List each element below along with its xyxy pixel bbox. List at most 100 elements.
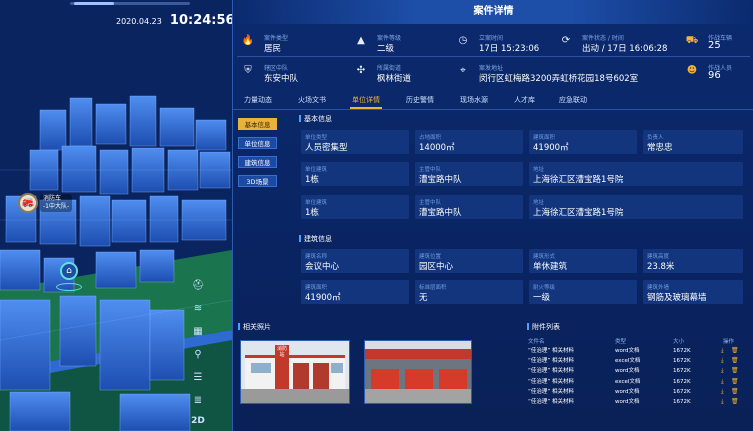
- info-value: 17日 15:23:06: [479, 44, 540, 54]
- cell-label: 主管中队: [419, 200, 442, 206]
- cell-value: 1栋: [305, 208, 319, 218]
- tab-talent-pool[interactable]: 人才库: [514, 95, 535, 105]
- download-icon[interactable]: ⤓: [721, 378, 724, 386]
- info-value: 出动 / 17日 16:06:28: [582, 44, 668, 54]
- info-label: 案件类型: [264, 35, 289, 42]
- cell-value: 23.8米: [647, 262, 675, 272]
- basic-cell: 占地面积 14000㎡: [415, 130, 523, 154]
- info-label: 辖区中队: [264, 65, 289, 72]
- fire-station-photo-1[interactable]: [240, 340, 350, 404]
- attachment-row[interactable]: “佳治理” 相关材料 excel文档 1672K ⤓ 🗑: [525, 356, 747, 366]
- info-value: 96: [708, 70, 721, 81]
- cell-label: 建筑面积: [533, 135, 556, 141]
- photos-title: 相关照片: [238, 322, 271, 332]
- basic-cell: 建筑面积 41900㎡: [529, 130, 637, 154]
- layers-icon[interactable]: ≋: [190, 301, 206, 317]
- status-icon: ⟳: [561, 35, 571, 46]
- cell-label: 主管中队: [419, 167, 442, 173]
- attachment-row[interactable]: “佳治理” 相关材料 excel文档 1672K ⤓ 🗑: [525, 377, 747, 387]
- attachment-type: word文档: [615, 399, 640, 405]
- tab-water-source[interactable]: 现场水源: [460, 95, 488, 105]
- building-cell: 建筑位置 园区中心: [415, 249, 523, 273]
- cell-value: 会议中心: [305, 262, 340, 272]
- attachment-row[interactable]: “佳治理” 相关材料 word文档 1672K ⤓ 🗑: [525, 366, 747, 376]
- cell-value: 钢筋及玻璃幕墙: [647, 293, 707, 303]
- attachment-row[interactable]: “佳治理” 相关材料 word文档 1672K ⤓ 🗑: [525, 387, 747, 397]
- case-info-row-1: 🔥 案件类型 居民 ▲ 案件等级 二级 ◷ 立案时间 17日 15:23:06 …: [233, 28, 753, 58]
- subnav-unit-info[interactable]: 单位信息: [238, 137, 277, 149]
- attachment-size: 1672K: [673, 399, 691, 405]
- cell-label: 地址: [533, 167, 545, 173]
- map-top-decoration: [70, 2, 190, 5]
- download-icon[interactable]: ⤓: [721, 398, 724, 406]
- delete-icon[interactable]: 🗑: [731, 388, 739, 396]
- cell-label: 单位类型: [305, 135, 328, 141]
- cell-label: 单位建筑: [305, 200, 328, 206]
- attachment-name: “佳治理” 相关材料: [528, 399, 574, 405]
- subnav-basic-info[interactable]: 基本信息: [238, 118, 277, 130]
- attachment-name: “佳治理” 相关材料: [528, 368, 574, 375]
- info-label: 案件状态 / 时间: [582, 35, 624, 42]
- building-icon[interactable]: ▦: [190, 324, 206, 340]
- info-label: 案发地址: [479, 65, 504, 72]
- cell-label: 建筑高度: [647, 254, 670, 260]
- attachment-name: “佳治理” 相关材料: [528, 388, 574, 395]
- attachment-name: “佳治理” 相关材料: [528, 358, 574, 365]
- basic-cell: 主管中队 漕宝路中队: [415, 195, 523, 219]
- fire-truck-icon: 🚒: [18, 193, 38, 213]
- datetime-display: 2020.04.23 10:24:56: [116, 9, 232, 28]
- download-icon[interactable]: ⤓: [721, 367, 724, 375]
- detail-tabs: 力量动态 火场文书 单位详情 历史警情 现场水源 人才库 应急联动: [233, 92, 753, 110]
- tab-fire-documents[interactable]: 火场文书: [298, 95, 326, 105]
- current-time: 10:24:56: [169, 13, 232, 28]
- basic-cell: 单位建筑 1栋: [301, 195, 409, 219]
- map-3d-view[interactable]: 2020.04.23 10:24:56 🚒 消防车 -1中大队- ⌂ ⛑ ≋ ▦…: [0, 0, 232, 431]
- road-icon[interactable]: ☰: [190, 370, 206, 386]
- tab-alarm-history[interactable]: 历史警情: [406, 95, 434, 105]
- map-mode-2d-button[interactable]: 2D: [190, 416, 206, 426]
- delete-icon[interactable]: 🗑: [731, 347, 739, 355]
- location-pin-icon[interactable]: ⌂: [60, 262, 78, 280]
- cell-value: 人员密集型: [305, 143, 348, 153]
- basic-cell: 负责人 常忠忠: [643, 130, 743, 154]
- subnav-building-info[interactable]: 建筑信息: [238, 156, 277, 168]
- fire-station-photo-2-graphic: [365, 341, 471, 403]
- info-separator: [237, 56, 750, 57]
- clock-icon: ◷: [458, 35, 468, 46]
- download-icon[interactable]: ⤓: [721, 388, 724, 396]
- cell-value: 上海徐汇区漕宝路1号院: [533, 175, 624, 185]
- hydrant-icon[interactable]: ⚲: [190, 347, 206, 363]
- fire-station-photo-2[interactable]: [364, 340, 472, 404]
- attachment-row[interactable]: “佳治理” 相关材料 word文档 1672K ⤓ 🗑: [525, 397, 747, 407]
- fire-truck-label: 消防车 -1中大队-: [40, 194, 73, 212]
- subnav-3d-scene[interactable]: 3D场景: [238, 175, 277, 187]
- cell-label: 建筑面积: [305, 285, 328, 291]
- cell-value: 无: [419, 293, 428, 303]
- delete-icon[interactable]: 🗑: [731, 378, 739, 386]
- street-icon: ✣: [356, 65, 366, 76]
- current-date: 2020.04.23: [116, 17, 162, 26]
- attachment-name: “佳治理” 相关材料: [528, 348, 574, 354]
- cell-value: 一级: [533, 293, 551, 303]
- fire-station-icon[interactable]: ⛑: [190, 278, 206, 294]
- info-value: 东安中队: [264, 74, 299, 84]
- fire-station-photo-1-graphic: [241, 341, 349, 403]
- fire-truck-marker[interactable]: 🚒 消防车 -1中大队-: [18, 193, 78, 213]
- building-cell: 标准层面积 无: [415, 280, 523, 304]
- download-icon[interactable]: ⤓: [721, 357, 724, 365]
- list-icon[interactable]: ≣: [190, 393, 206, 409]
- tab-force-dynamics[interactable]: 力量动态: [244, 95, 272, 105]
- tab-emergency-linkage[interactable]: 应急联动: [559, 95, 587, 105]
- attachment-name: “佳治理” 相关材料: [528, 378, 574, 385]
- attachment-type: word文档: [615, 388, 640, 395]
- basic-cell: 单位建筑 1栋: [301, 162, 409, 186]
- delete-icon[interactable]: 🗑: [731, 398, 739, 406]
- attachment-row[interactable]: “佳治理” 相关材料 word文档 1672K ⤓ 🗑: [525, 346, 747, 356]
- delete-icon[interactable]: 🗑: [731, 367, 739, 375]
- attachment-size: 1672K: [673, 378, 691, 385]
- download-icon[interactable]: ⤓: [721, 347, 724, 355]
- map-toolbar: ⛑ ≋ ▦ ⚲ ☰ ≣ 2D: [190, 278, 210, 426]
- cell-label: 地址: [533, 200, 545, 206]
- delete-icon[interactable]: 🗑: [731, 357, 739, 365]
- tab-unit-detail[interactable]: 单位详情: [352, 95, 380, 105]
